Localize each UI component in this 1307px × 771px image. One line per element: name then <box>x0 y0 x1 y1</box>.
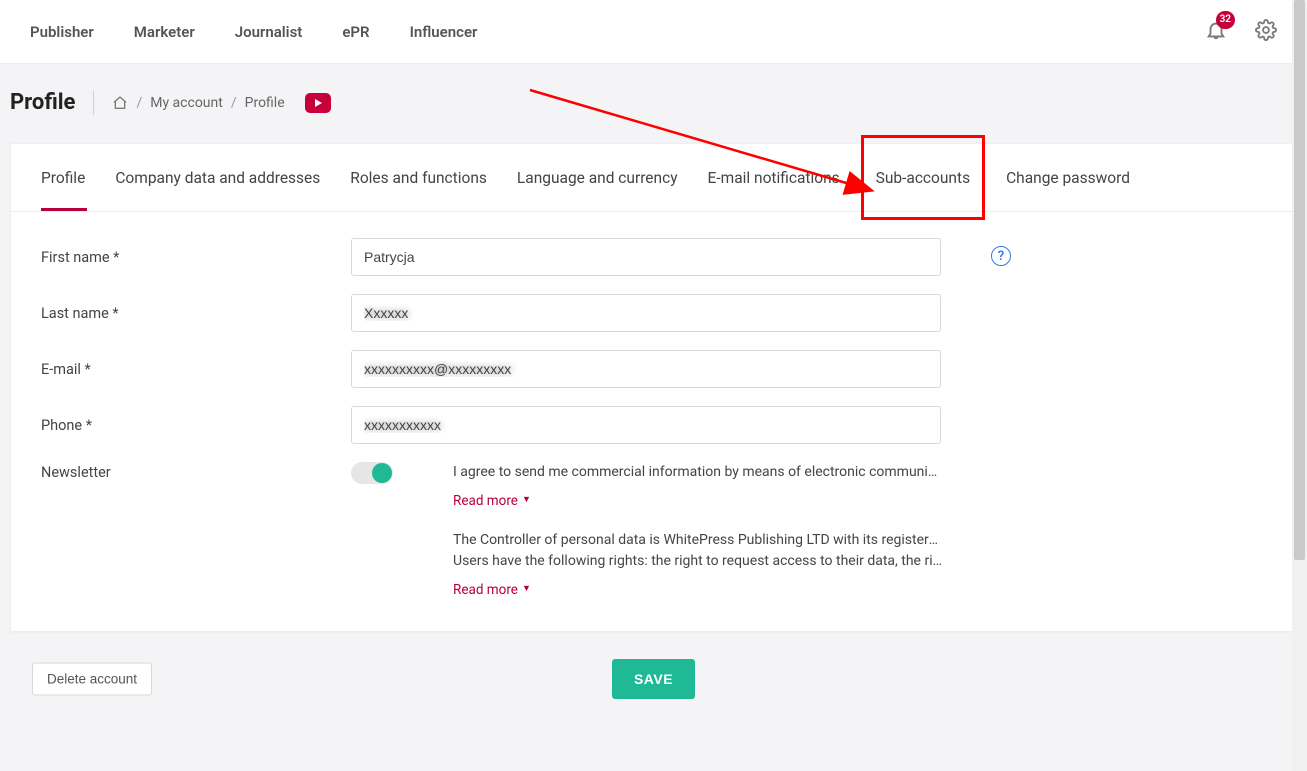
toggle-knob <box>372 463 392 483</box>
newsletter-text: I agree to send me commercial informatio… <box>453 462 943 601</box>
save-button[interactable]: SAVE <box>612 659 695 699</box>
scrollbar-thumb[interactable] <box>1294 0 1305 560</box>
nav-right: 32 <box>1205 19 1277 45</box>
tab-email-notifications[interactable]: E-mail notifications <box>708 144 840 211</box>
email-input[interactable] <box>351 350 941 388</box>
form-area: ? First name * Last name * E-mail * Phon… <box>11 212 1296 631</box>
tab-profile[interactable]: Profile <box>41 144 85 211</box>
controller-text-1: The Controller of personal data is White… <box>453 530 943 551</box>
row-phone: Phone * <box>41 406 1266 444</box>
settings-button[interactable] <box>1255 19 1277 45</box>
read-more-controller[interactable]: Read more▼ <box>453 580 531 600</box>
row-email: E-mail * <box>41 350 1266 388</box>
newsletter-consent-text: I agree to send me commercial informatio… <box>453 462 943 483</box>
nav-journalist[interactable]: Journalist <box>235 23 303 41</box>
first-name-label: First name * <box>41 249 351 266</box>
read-more-consent[interactable]: Read more▼ <box>453 491 531 511</box>
footer-bar: Delete account SAVE <box>10 632 1297 725</box>
breadcrumb-sep: / <box>231 95 237 111</box>
phone-input[interactable] <box>351 406 941 444</box>
last-name-input[interactable] <box>351 294 941 332</box>
tab-language[interactable]: Language and currency <box>517 144 678 211</box>
divider <box>93 91 94 115</box>
video-help-button[interactable] <box>305 93 331 113</box>
top-nav: Publisher Marketer Journalist ePR Influe… <box>0 0 1307 64</box>
tab-change-password[interactable]: Change password <box>1006 144 1130 211</box>
page-header: Profile / My account / Profile <box>0 64 1307 133</box>
tab-sub-accounts[interactable]: Sub-accounts <box>870 144 976 211</box>
row-newsletter: Newsletter I agree to send me commercial… <box>41 462 1266 601</box>
notification-badge: 32 <box>1216 11 1235 29</box>
last-name-label: Last name * <box>41 305 351 322</box>
gear-icon <box>1255 19 1277 41</box>
email-label: E-mail * <box>41 361 351 378</box>
phone-label: Phone * <box>41 417 351 434</box>
row-last-name: Last name * <box>41 294 1266 332</box>
nav-epr[interactable]: ePR <box>342 23 369 41</box>
controller-text-2: Users have the following rights: the rig… <box>453 551 943 572</box>
home-icon[interactable] <box>112 95 128 111</box>
profile-card: Profile Company data and addresses Roles… <box>10 143 1297 632</box>
nav-publisher[interactable]: Publisher <box>30 23 94 41</box>
tabs: Profile Company data and addresses Roles… <box>11 144 1296 212</box>
play-icon <box>315 99 322 107</box>
nav-marketer[interactable]: Marketer <box>134 23 195 41</box>
breadcrumb-my-account[interactable]: My account <box>150 95 223 111</box>
page-title: Profile <box>10 90 75 115</box>
caret-down-icon: ▼ <box>522 583 531 597</box>
tab-company-data[interactable]: Company data and addresses <box>115 144 320 211</box>
help-icon[interactable]: ? <box>991 246 1011 266</box>
caret-down-icon: ▼ <box>522 494 531 508</box>
delete-account-button[interactable]: Delete account <box>32 663 152 696</box>
newsletter-label: Newsletter <box>41 462 351 481</box>
nav-links: Publisher Marketer Journalist ePR Influe… <box>30 23 477 41</box>
breadcrumb-sep: / <box>136 95 142 111</box>
breadcrumb-profile[interactable]: Profile <box>245 95 285 111</box>
tab-roles[interactable]: Roles and functions <box>350 144 487 211</box>
row-first-name: First name * <box>41 238 1266 276</box>
newsletter-toggle[interactable] <box>351 462 393 484</box>
breadcrumb: / My account / Profile <box>112 93 330 113</box>
notifications-button[interactable]: 32 <box>1205 19 1227 45</box>
first-name-input[interactable] <box>351 238 941 276</box>
nav-influencer[interactable]: Influencer <box>410 23 478 41</box>
scrollbar[interactable] <box>1292 0 1307 771</box>
